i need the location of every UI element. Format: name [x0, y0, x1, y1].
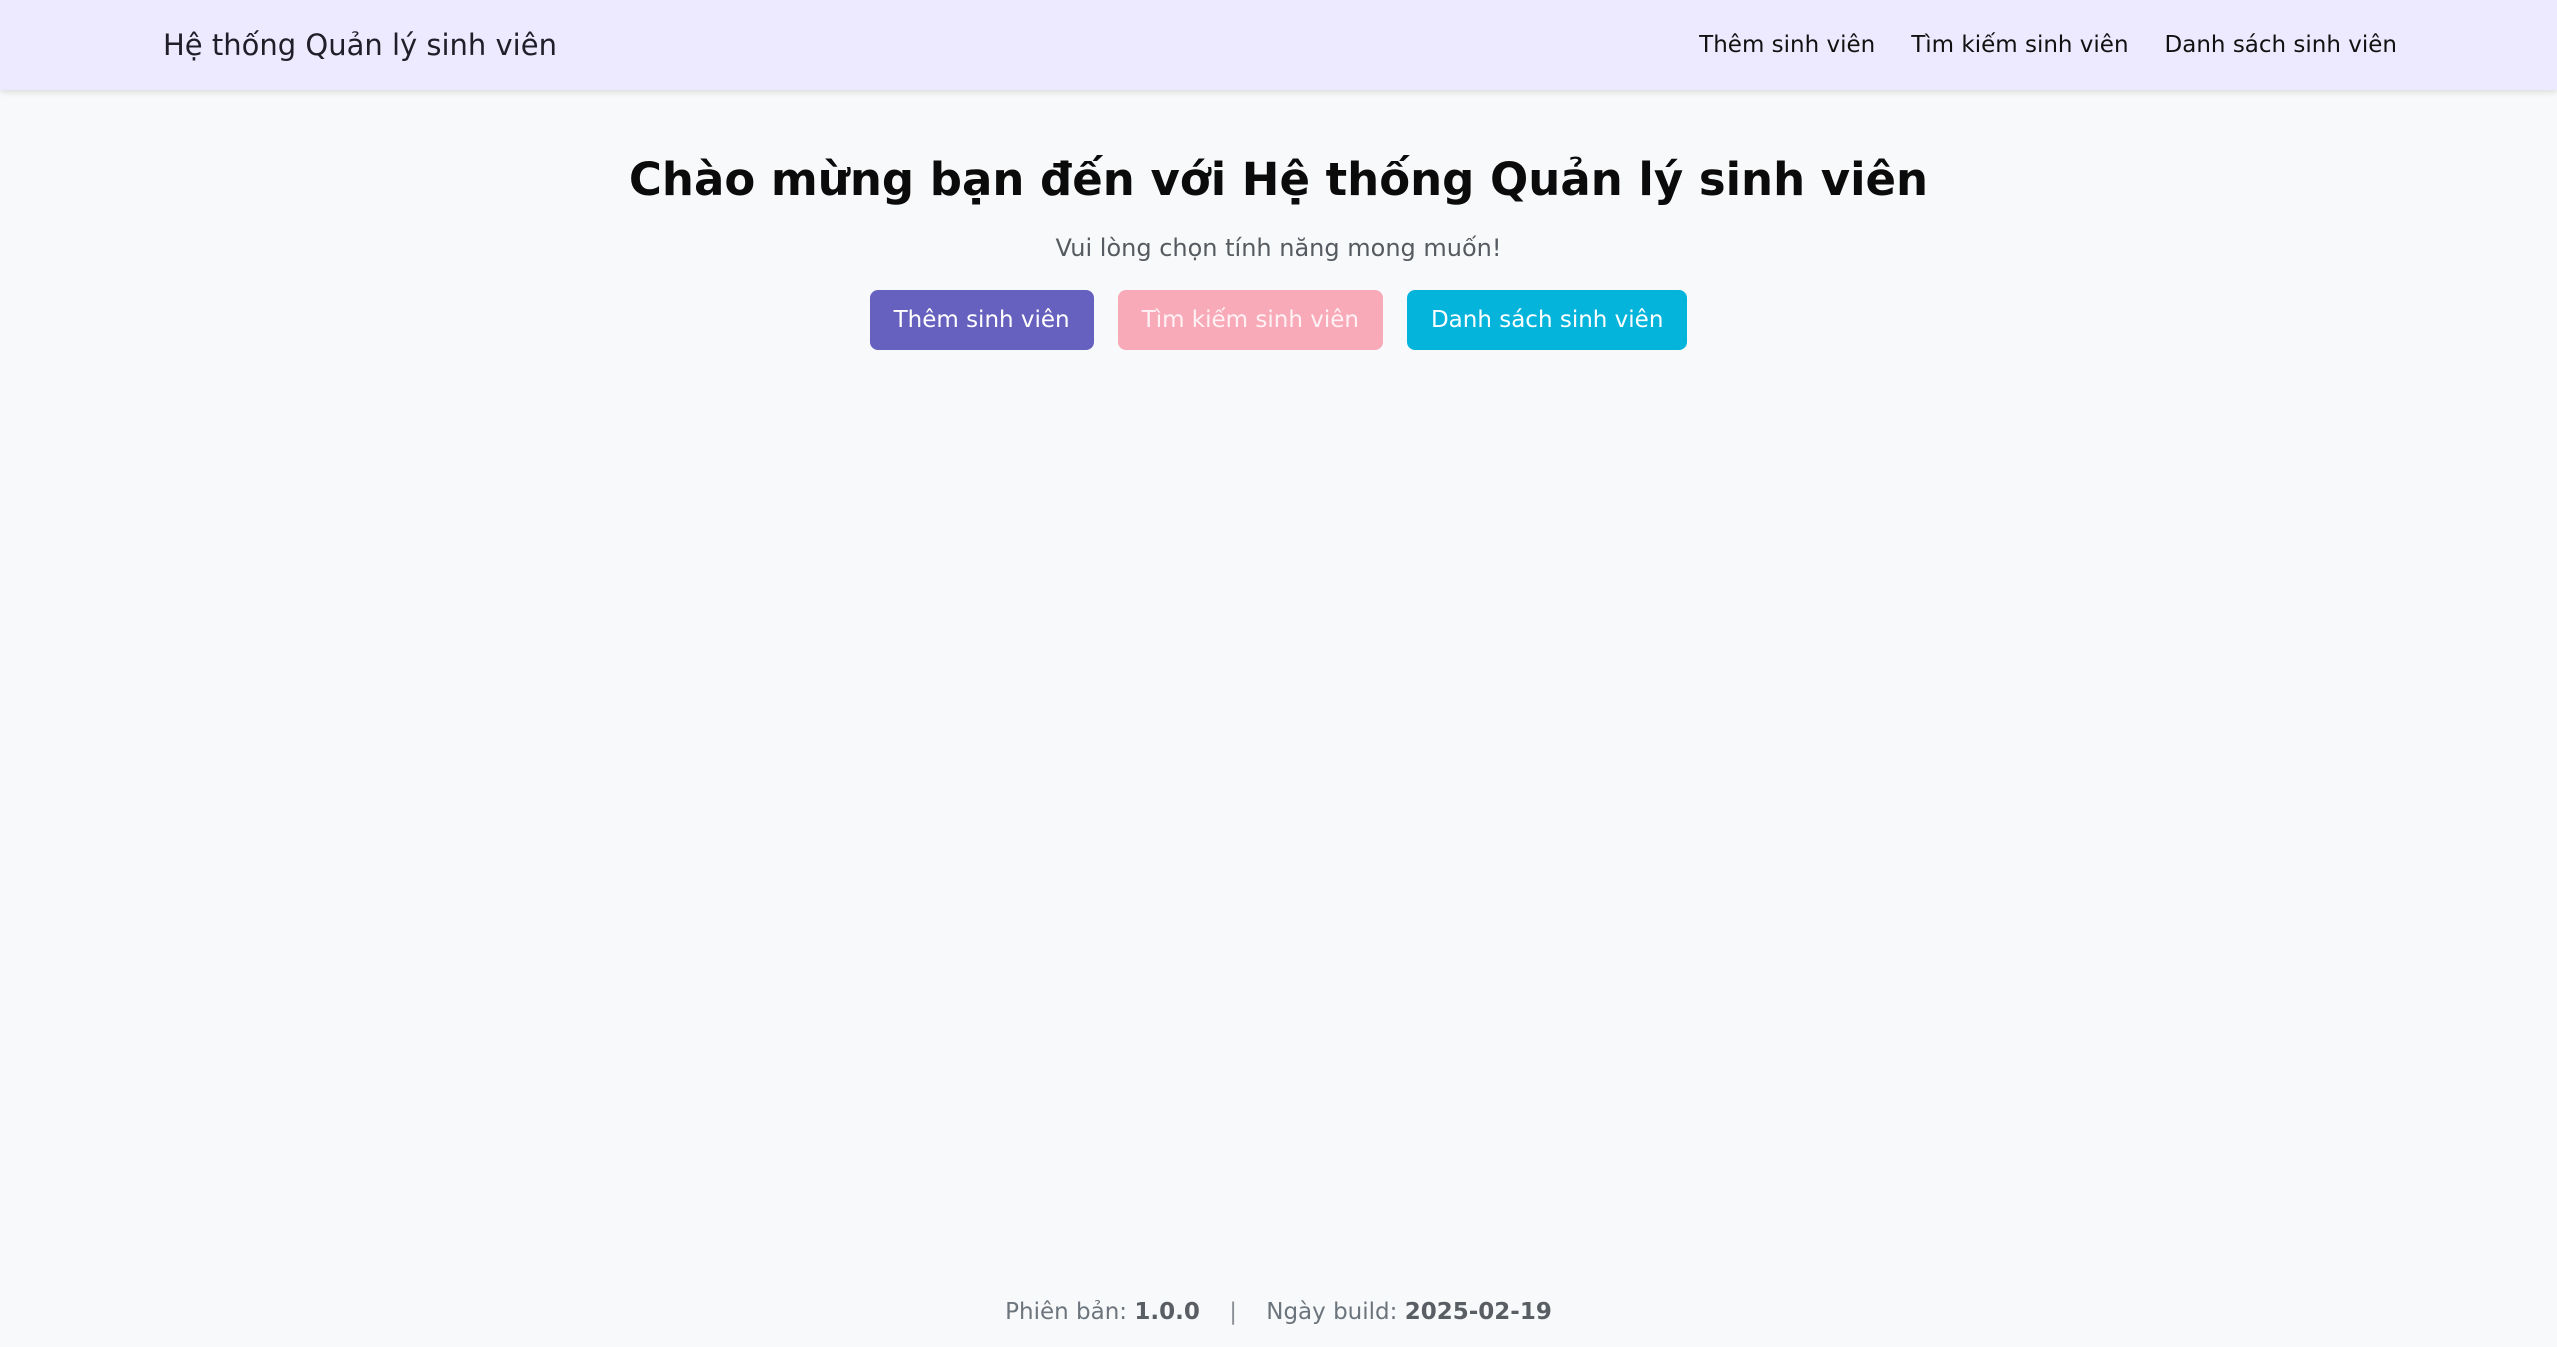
search-student-button[interactable]: Tìm kiếm sinh viên — [1117, 290, 1383, 350]
nav-link-add-student[interactable]: Thêm sinh viên — [1699, 32, 1875, 58]
build-date-value: 2025-02-19 — [1404, 1299, 1552, 1325]
nav-link-student-list[interactable]: Danh sách sinh viên — [2165, 32, 2397, 58]
brand-link[interactable]: Hệ thống Quản lý sinh viên — [163, 28, 557, 62]
hero-section: Chào mừng bạn đến với Hệ thống Quản lý s… — [0, 150, 2557, 350]
version-value: 1.0.0 — [1134, 1299, 1200, 1325]
page-title: Chào mừng bạn đến với Hệ thống Quản lý s… — [628, 153, 1929, 206]
version-label: Phiên bản: — [1005, 1299, 1135, 1325]
nav-links: Thêm sinh viên Tìm kiếm sinh viên Danh s… — [1699, 32, 2397, 58]
action-buttons: Thêm sinh viên Tìm kiếm sinh viên Danh s… — [0, 290, 2557, 350]
student-list-button[interactable]: Danh sách sinh viên — [1406, 290, 1688, 350]
add-student-button[interactable]: Thêm sinh viên — [869, 290, 1094, 350]
footer: Phiên bản: 1.0.0 | Ngày build: 2025-02-1… — [0, 1299, 2557, 1325]
page-subtitle: Vui lòng chọn tính năng mong muốn! — [1055, 234, 1502, 262]
nav-link-search-student[interactable]: Tìm kiếm sinh viên — [1911, 32, 2128, 58]
footer-separator: | — [1229, 1299, 1237, 1325]
build-date-label: Ngày build: — [1266, 1299, 1405, 1325]
top-navbar: Hệ thống Quản lý sinh viên Thêm sinh viê… — [0, 0, 2557, 90]
page: Hệ thống Quản lý sinh viên Thêm sinh viê… — [0, 0, 2557, 1347]
